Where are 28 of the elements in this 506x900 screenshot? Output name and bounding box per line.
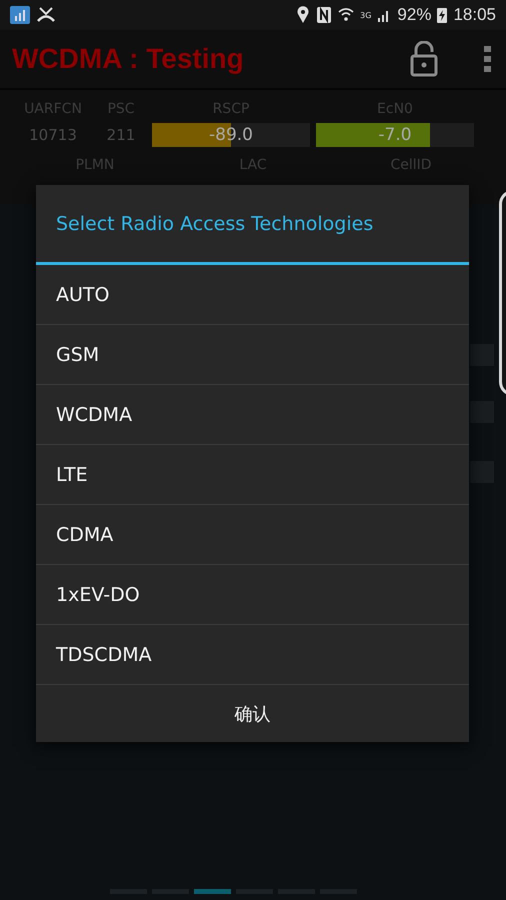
page-indicator[interactable] <box>194 889 231 894</box>
app-title: WCDMA : Testing <box>12 43 245 75</box>
clock: 18:05 <box>453 5 496 25</box>
gauge-reading: -7.0 <box>377 124 413 147</box>
location-icon <box>296 6 310 24</box>
network-type-label: 3G <box>360 11 372 20</box>
option-item[interactable]: CDMA <box>36 505 469 565</box>
option-item[interactable]: LTE <box>36 445 469 505</box>
value-text: 10713 <box>28 126 78 144</box>
battery-charging-icon <box>437 7 448 23</box>
more-options-icon[interactable] <box>484 46 492 72</box>
option-item[interactable]: WCDMA <box>36 385 469 445</box>
background-bar <box>470 344 494 366</box>
wifi-icon <box>338 7 354 23</box>
value-text: 211 <box>106 126 136 144</box>
missed-call-icon <box>36 6 56 24</box>
unlocked-padlock-icon[interactable] <box>410 41 438 77</box>
confirm-button[interactable]: 确认 <box>36 685 469 742</box>
battery-percent: 92% <box>397 5 432 25</box>
option-item[interactable]: GSM <box>36 325 469 385</box>
background-bar <box>470 401 494 423</box>
signal-app-icon <box>10 6 30 24</box>
dialog-title: Select Radio Access Technologies <box>36 185 469 265</box>
nfc-icon <box>316 6 332 24</box>
gauge-reading: -89.0 <box>208 124 254 147</box>
option-item[interactable]: AUTO <box>36 265 469 325</box>
background-bar <box>470 461 494 483</box>
option-item[interactable]: 1xEV-DO <box>36 565 469 625</box>
